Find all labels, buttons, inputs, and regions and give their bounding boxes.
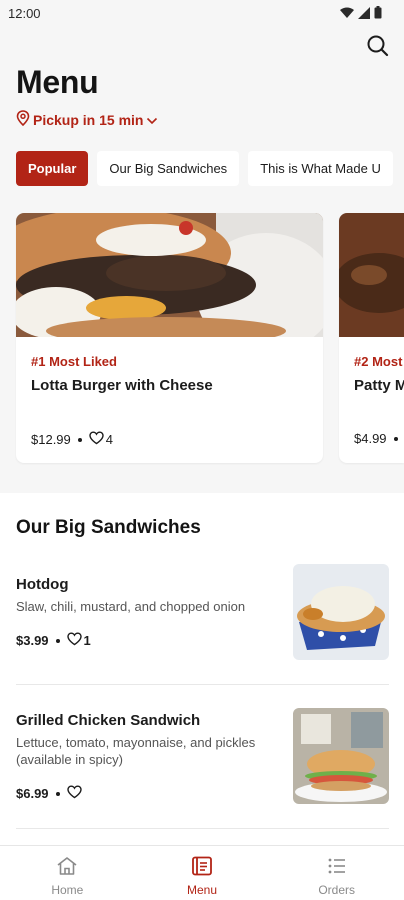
search-icon bbox=[364, 35, 392, 64]
status-bar: 12:00 bbox=[0, 0, 404, 26]
like-count[interactable]: 1 bbox=[66, 632, 91, 649]
status-icons bbox=[340, 6, 382, 24]
card-meta: $12.99 4 bbox=[31, 431, 113, 448]
home-icon bbox=[56, 856, 78, 879]
item-name: Grilled Chicken Sandwich bbox=[16, 712, 201, 729]
item-meta: $3.99 1 bbox=[16, 632, 91, 649]
tab-our-big-sandwiches[interactable]: Our Big Sandwiches bbox=[97, 151, 240, 186]
heart-icon bbox=[66, 785, 82, 802]
battery-icon bbox=[374, 6, 382, 24]
tab-popular[interactable]: Popular bbox=[16, 151, 89, 186]
like-count-value: 4 bbox=[105, 432, 113, 447]
separator-dot bbox=[393, 436, 398, 441]
nav-item-home[interactable]: Home bbox=[0, 846, 135, 900]
pickup-label: Pickup in 15 min bbox=[33, 111, 144, 128]
heart-icon bbox=[66, 632, 82, 649]
divider bbox=[16, 828, 389, 829]
list-icon bbox=[326, 856, 348, 879]
signal-icon bbox=[358, 6, 370, 24]
card-rank: #1 Most Liked bbox=[31, 354, 117, 369]
divider bbox=[16, 684, 389, 685]
hotdog-image bbox=[293, 564, 389, 660]
status-time: 12:00 bbox=[8, 6, 41, 21]
separator-dot bbox=[77, 437, 82, 442]
heart-icon bbox=[89, 431, 104, 448]
nav-item-menu[interactable]: Menu bbox=[135, 846, 270, 900]
item-description: Lettuce, tomato, mayonnaise, and pickles… bbox=[16, 735, 256, 767]
category-tabs: Popular Our Big Sandwiches This is What … bbox=[16, 151, 393, 186]
card-name: Patty M bbox=[354, 377, 404, 394]
like-count[interactable]: 4 bbox=[89, 431, 113, 448]
tab-this-is-what-made-us[interactable]: This is What Made U bbox=[248, 151, 393, 186]
menu-item[interactable]: Hotdog Slaw, chili, mustard, and chopped… bbox=[16, 564, 389, 672]
item-description: Slaw, chili, mustard, and chopped onion bbox=[16, 599, 246, 614]
menu-book-icon bbox=[191, 856, 213, 879]
popular-card[interactable]: #2 Most Patty M $4.99 bbox=[339, 213, 404, 463]
patty-image bbox=[339, 213, 404, 337]
item-name: Hotdog bbox=[16, 576, 69, 593]
card-name: Lotta Burger with Cheese bbox=[31, 377, 213, 394]
bottom-nav: Home Menu Orders bbox=[0, 845, 404, 900]
burger-image bbox=[16, 213, 323, 337]
wifi-icon bbox=[340, 6, 354, 24]
item-meta: $6.99 bbox=[16, 785, 82, 802]
item-price: $3.99 bbox=[16, 633, 49, 648]
popular-card[interactable]: #1 Most Liked Lotta Burger with Cheese $… bbox=[16, 213, 323, 463]
menu-item[interactable]: Grilled Chicken Sandwich Lettuce, tomato… bbox=[16, 708, 389, 808]
card-price: $12.99 bbox=[31, 432, 71, 447]
pickup-time-selector[interactable]: Pickup in 15 min bbox=[16, 110, 158, 129]
nav-label: Home bbox=[51, 883, 84, 897]
item-price: $6.99 bbox=[16, 786, 49, 801]
separator-dot bbox=[55, 791, 60, 796]
chicken-sandwich-image bbox=[293, 708, 389, 804]
section-title: Our Big Sandwiches bbox=[16, 517, 201, 538]
chevron-down-icon bbox=[146, 112, 158, 128]
location-pin-icon bbox=[16, 110, 30, 129]
nav-label: Orders bbox=[318, 883, 356, 897]
card-price: $4.99 bbox=[354, 431, 387, 446]
card-rank: #2 Most bbox=[354, 354, 403, 369]
page-title: Menu bbox=[16, 64, 99, 100]
like-button[interactable] bbox=[66, 785, 82, 802]
separator-dot bbox=[55, 638, 60, 643]
card-meta: $4.99 bbox=[354, 431, 398, 446]
nav-label: Menu bbox=[186, 883, 218, 897]
nav-item-orders[interactable]: Orders bbox=[269, 846, 404, 900]
search-button[interactable] bbox=[364, 32, 392, 60]
like-count-value: 1 bbox=[83, 633, 91, 648]
